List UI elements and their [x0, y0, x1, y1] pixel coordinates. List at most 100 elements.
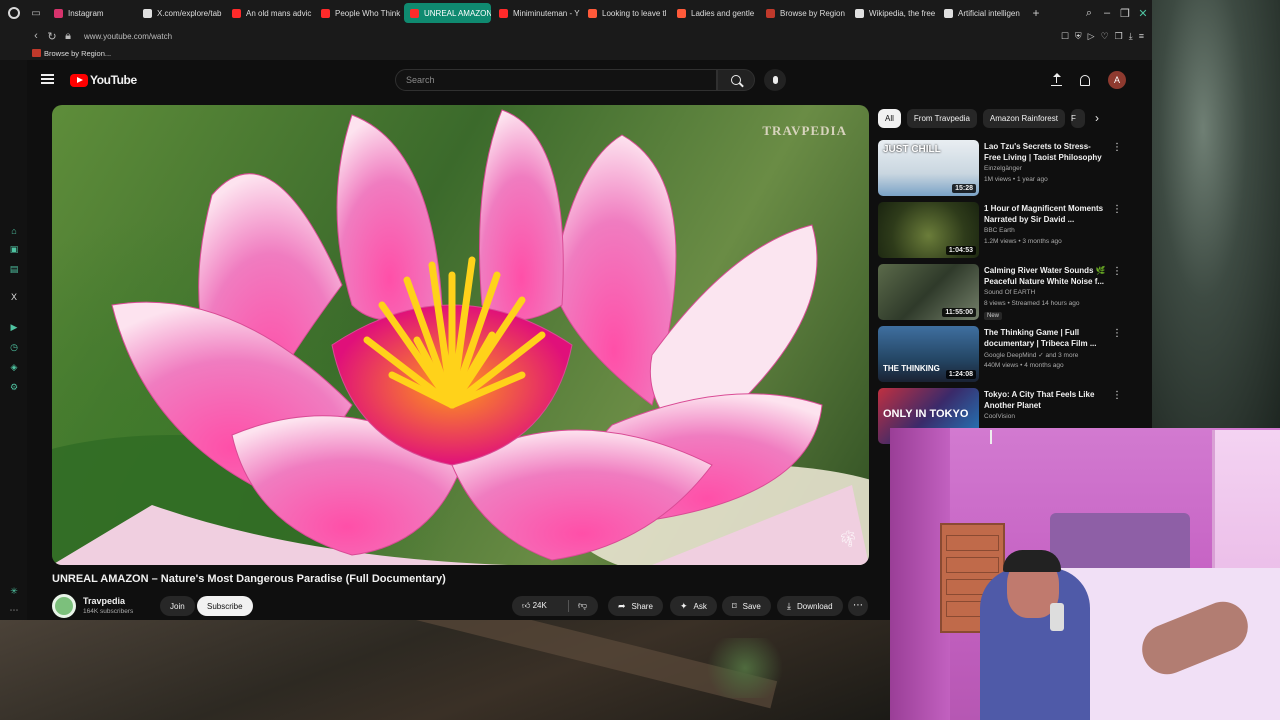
channel-avatar[interactable] [52, 594, 76, 618]
shield-icon[interactable]: ⛨ [1075, 31, 1082, 42]
search-tabs-icon[interactable]: ⌕ [1080, 7, 1098, 20]
video-player[interactable]: TRAVPEDIA 🌴︎ [52, 105, 869, 565]
menu-icon[interactable]: ≡ [1139, 31, 1144, 41]
notifications-icon[interactable] [1080, 74, 1090, 86]
browser-tab[interactable]: Looking to leave tl [582, 3, 669, 23]
browser-tab[interactable]: Artificial intelligen [938, 3, 1025, 23]
more-options-icon[interactable]: ⋮ [1112, 390, 1122, 401]
close-icon[interactable]: ✕ [1134, 7, 1152, 20]
more-actions-button[interactable]: ⋯ [848, 596, 868, 616]
filter-chip[interactable]: Amazon Rainforest [982, 109, 1065, 128]
more-options-icon[interactable]: ⋮ [1112, 328, 1122, 339]
reload-icon[interactable]: ↻ [44, 30, 60, 43]
minimize-icon[interactable]: – [1098, 7, 1116, 19]
tab-favicon-icon [855, 8, 864, 18]
sidebar-settings-icon[interactable]: ⚙ [9, 382, 19, 392]
save-label: Save [742, 601, 761, 611]
recommendation-channel[interactable]: Google DeepMind ✓ and 3 more [984, 351, 1078, 359]
download-button[interactable]: ⤓ Download [777, 596, 843, 616]
browser-tab[interactable]: An old mans advic [226, 3, 313, 23]
recommendation-channel[interactable]: CoolVision [984, 413, 1015, 420]
browser-tab[interactable]: Miniminuteman - Y [493, 3, 580, 23]
filter-chip[interactable]: F [1070, 109, 1085, 128]
browser-tab[interactable]: Ladies and gentle [671, 3, 758, 23]
browser-tab[interactable]: Wikipedia, the free [849, 3, 936, 23]
recommendation-item[interactable]: 11:55:00 Calming River Water Sounds 🌿 Pea… [878, 264, 1138, 326]
sidebar-more-icon[interactable]: ⋯ [9, 605, 19, 615]
tab-favicon-icon [588, 8, 597, 18]
save-button[interactable]: ⌑ Save [722, 596, 771, 616]
filter-chip[interactable]: From Travpedia [906, 109, 977, 128]
create-icon[interactable] [1051, 73, 1062, 86]
browser-logo-icon[interactable] [0, 0, 28, 26]
search-input[interactable]: Search [395, 69, 717, 91]
browser-tab-label: People Who Think [335, 8, 401, 18]
recommendation-item[interactable]: JUST CHILL 15:28 Lao Tzu's Secrets to Stre… [878, 140, 1138, 202]
sidebar-ai-icon[interactable]: ✳ [9, 586, 19, 596]
hamburger-menu-icon[interactable] [41, 74, 54, 84]
sidebar-clock-icon[interactable]: ◷ [9, 342, 19, 352]
save-icon: ⌑ [732, 600, 737, 611]
join-button[interactable]: Join [160, 596, 195, 616]
account-avatar[interactable]: A [1108, 71, 1126, 89]
bookmark-link[interactable]: Browse by Region... [44, 49, 111, 58]
tab-list-icon[interactable]: ▭ [28, 0, 44, 26]
more-options-icon[interactable]: ⋮ [1112, 204, 1122, 215]
new-tab-button[interactable]: + [1027, 6, 1045, 20]
browser-tab[interactable]: Browse by Region [760, 3, 847, 23]
thumbnail-text: JUST CHILL [883, 144, 941, 155]
channel-name[interactable]: Travpedia [83, 596, 125, 606]
sidebar-mail-icon[interactable]: ▤ [9, 264, 19, 274]
recommendation-thumbnail[interactable]: JUST CHILL 15:28 [878, 140, 979, 196]
like-count: 24K [532, 601, 547, 610]
url-field[interactable]: www.youtube.com/watch [84, 32, 172, 41]
youtube-logo-text: YouTube [90, 73, 137, 87]
recommendation-channel[interactable]: Sound Of EARTH [984, 289, 1035, 296]
browser-tab[interactable]: People Who Think [315, 3, 402, 23]
youtube-play-icon [70, 73, 88, 87]
recommendation-item[interactable]: THE THINKING 1:24:08 The Thinking Game | F… [878, 326, 1138, 388]
tab-list: Instagram X.com/explore/tab An old mans ad… [48, 3, 1027, 23]
share-button[interactable]: ➦ Share [608, 596, 663, 616]
download-icon[interactable]: ⤓ [1129, 31, 1133, 42]
play-icon[interactable]: ▷ [1088, 31, 1095, 42]
sidebar-cube-icon[interactable]: ◈ [9, 362, 19, 372]
sidebar-x-icon[interactable]: X [9, 292, 19, 302]
heart-icon[interactable]: ♡ [1101, 31, 1109, 42]
desktop-wallpaper [1152, 0, 1280, 430]
like-button[interactable]: 👍︎ 24K [522, 601, 547, 611]
tab-favicon-icon [766, 8, 775, 18]
extensions-icon[interactable]: ❒ [1115, 31, 1123, 42]
recommendation-thumbnail[interactable]: 11:55:00 [878, 264, 979, 320]
recommendation-thumbnail[interactable]: THE THINKING 1:24:08 [878, 326, 979, 382]
address-bar-actions: ☐ ⛨ ▷ ♡ ❒ ⤓ ≡ [1061, 26, 1144, 46]
search-button[interactable] [717, 69, 755, 91]
tab-favicon-icon [232, 8, 241, 18]
youtube-logo[interactable]: YouTube [70, 73, 137, 87]
dislike-button[interactable]: 👎︎ [578, 600, 587, 611]
subscribe-button[interactable]: Subscribe [197, 596, 253, 616]
voice-search-button[interactable] [764, 69, 786, 91]
browser-tab[interactable]: Instagram [48, 3, 135, 23]
filter-chip[interactable]: All [878, 109, 901, 128]
browser-tab-bar: ▭ Instagram X.com/explore/tab An old mans … [0, 0, 1152, 26]
browser-sidebar: ⌂ ▣ ▤ X ▶ ◷ ◈ ⚙ ✳ ⋯ [0, 60, 27, 620]
back-icon[interactable]: ‹ [28, 30, 44, 42]
recommendation-channel[interactable]: BBC Earth [984, 227, 1015, 234]
maximize-icon[interactable]: ❐ [1116, 7, 1134, 20]
recommendation-thumbnail[interactable]: 1:04:53 [878, 202, 979, 258]
ask-button[interactable]: ✦ Ask [670, 596, 717, 616]
bookmark-icon[interactable]: ☐ [1061, 31, 1069, 42]
browser-tab[interactable]: X.com/explore/tab [137, 3, 224, 23]
more-options-icon[interactable]: ⋮ [1112, 142, 1122, 153]
share-icon: ➦ [618, 600, 626, 611]
sidebar-chat-icon[interactable]: ▣ [9, 244, 19, 254]
sidebar-play-icon[interactable]: ▶ [9, 322, 19, 332]
recommendation-item[interactable]: 1:04:53 1 Hour of Magnificent Moments Nar… [878, 202, 1138, 264]
chevron-right-icon[interactable]: › [1095, 111, 1099, 125]
tab-favicon-icon [54, 8, 63, 18]
recommendation-channel[interactable]: Einzelgänger [984, 165, 1022, 172]
more-options-icon[interactable]: ⋮ [1112, 266, 1122, 277]
browser-tab[interactable]: UNREAL AMAZON – N [404, 3, 491, 23]
sidebar-bag-icon[interactable]: ⌂ [9, 226, 19, 236]
